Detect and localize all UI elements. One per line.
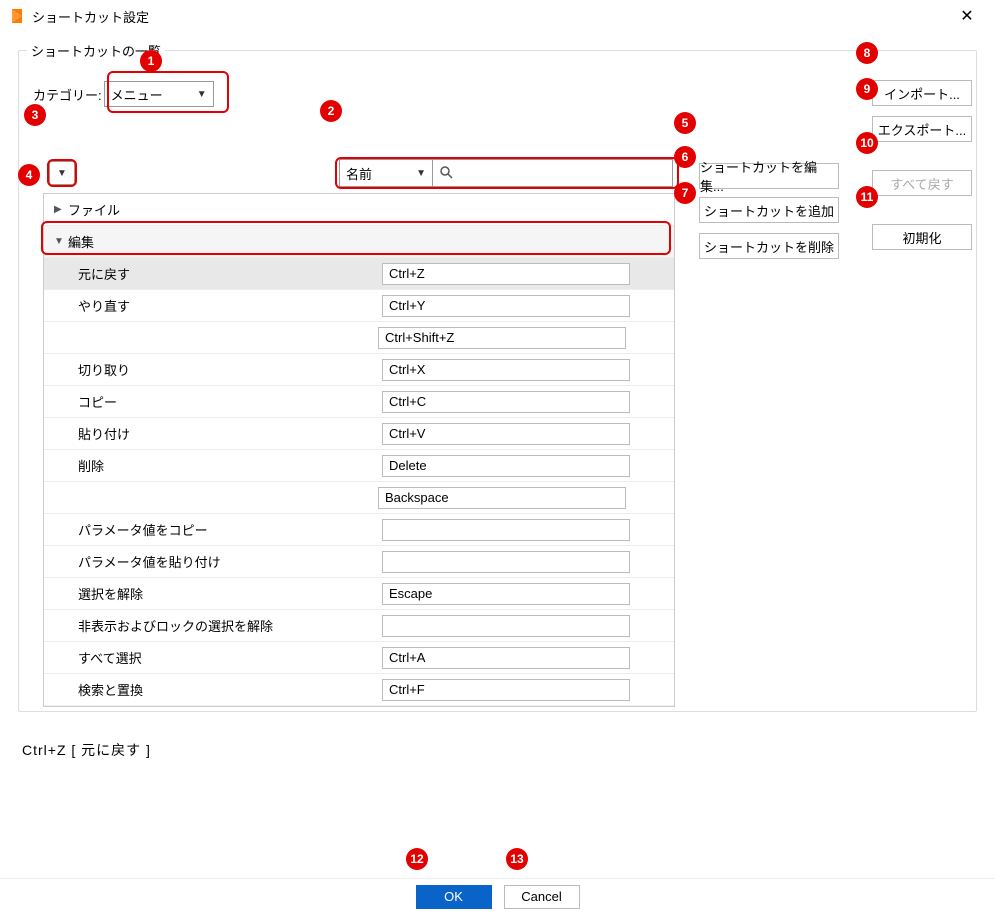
item-name: 検索と置換	[44, 680, 378, 699]
shortcut-field[interactable]: Ctrl+Y	[382, 295, 630, 317]
edit-shortcut-button[interactable]: ショートカットを編集...	[699, 163, 839, 189]
search-icon	[439, 165, 453, 182]
import-button[interactable]: インポート...	[872, 80, 972, 106]
shortcut-field[interactable]: Ctrl+Z	[382, 263, 630, 285]
annotation-badge: 3	[24, 104, 46, 126]
delete-shortcut-button[interactable]: ショートカットを削除	[699, 233, 839, 259]
tree-item[interactable]: パラメータ値をコピー	[44, 514, 674, 546]
init-button[interactable]: 初期化	[872, 224, 972, 250]
annotation-badge: 4	[18, 164, 40, 186]
shortcut-field[interactable]: Backspace	[378, 487, 626, 509]
category-label: カテゴリー:	[33, 85, 102, 104]
revert-button[interactable]: すべて戻す	[872, 170, 972, 196]
tree-group-view[interactable]: ▶ 表示	[44, 706, 674, 707]
annotation-badge: 9	[856, 78, 878, 100]
chevron-down-icon: ▼	[416, 168, 426, 179]
search-input[interactable]	[433, 159, 673, 187]
add-shortcut-button[interactable]: ショートカットを追加	[699, 197, 839, 223]
close-icon[interactable]: ✕	[947, 6, 987, 26]
shortcut-field[interactable]: Ctrl+Shift+Z	[378, 327, 626, 349]
tree-item[interactable]: コピー Ctrl+C	[44, 386, 674, 418]
item-name: 貼り付け	[44, 424, 378, 443]
item-name: 切り取り	[44, 360, 378, 379]
annotation-badge: 8	[856, 42, 878, 64]
tree-group-file[interactable]: ▶ ファイル	[44, 194, 674, 226]
annotation-badge: 13	[506, 848, 528, 870]
search-type-select[interactable]: 名前 ▼	[339, 159, 433, 187]
shortcut-field[interactable]	[382, 551, 630, 573]
shortcut-field[interactable]: Escape	[382, 583, 630, 605]
chevron-right-icon: ▶	[54, 204, 68, 215]
export-button[interactable]: エクスポート...	[872, 116, 972, 142]
status-line: Ctrl+Z [ 元に戻す ]	[22, 740, 151, 760]
cancel-button[interactable]: Cancel	[504, 885, 580, 909]
shortcut-list-group: ショートカットの一覧 カテゴリー: メニュー ▼ ▼ 名前 ▼	[18, 50, 977, 712]
tree-item[interactable]: 元に戻す Ctrl+Z	[44, 258, 674, 290]
chevron-down-icon: ▼	[197, 89, 207, 100]
tree-item[interactable]: 貼り付け Ctrl+V	[44, 418, 674, 450]
annotation-badge: 2	[320, 100, 342, 122]
item-name: 選択を解除	[44, 584, 378, 603]
item-name: パラメータ値を貼り付け	[44, 552, 378, 571]
category-value: メニュー	[111, 85, 163, 104]
shortcut-field[interactable]: Ctrl+C	[382, 391, 630, 413]
tree-item[interactable]: 検索と置換 Ctrl+F	[44, 674, 674, 706]
shortcut-field[interactable]: Ctrl+A	[382, 647, 630, 669]
shortcut-tree[interactable]: ▶ ファイル ▼ 編集 元に戻す Ctrl+Z やり直す Ctrl+Y Ctrl…	[43, 193, 675, 707]
shortcut-field[interactable]: Delete	[382, 455, 630, 477]
tree-item[interactable]: パラメータ値を貼り付け	[44, 546, 674, 578]
shortcut-field[interactable]: Ctrl+F	[382, 679, 630, 701]
tree-item-extra[interactable]: Backspace	[44, 482, 674, 514]
chevron-down-icon: ▼	[54, 236, 68, 247]
item-name: 削除	[44, 456, 378, 475]
item-name: 非表示およびロックの選択を解除	[44, 616, 378, 635]
tree-item[interactable]: 非表示およびロックの選択を解除	[44, 610, 674, 642]
annotation-badge: 1	[140, 50, 162, 72]
item-name: 元に戻す	[44, 264, 378, 283]
tree-item[interactable]: 選択を解除 Escape	[44, 578, 674, 610]
search-type-value: 名前	[346, 164, 372, 183]
tree-group-label: 編集	[68, 232, 94, 251]
shortcut-field[interactable]: Ctrl+X	[382, 359, 630, 381]
window-title: ショートカット設定	[32, 7, 947, 26]
annotation-badge: 12	[406, 848, 428, 870]
tree-item[interactable]: 削除 Delete	[44, 450, 674, 482]
tree-item-extra[interactable]: Ctrl+Shift+Z	[44, 322, 674, 354]
annotation-badge: 6	[674, 146, 696, 168]
shortcut-field[interactable]	[382, 519, 630, 541]
annotation-badge: 7	[674, 182, 696, 204]
item-name: やり直す	[44, 296, 378, 315]
tree-group-edit[interactable]: ▼ 編集	[44, 226, 674, 258]
tree-item[interactable]: 切り取り Ctrl+X	[44, 354, 674, 386]
app-icon	[8, 7, 26, 25]
item-name: コピー	[44, 392, 378, 411]
annotation-badge: 11	[856, 186, 878, 208]
annotation-badge: 5	[674, 112, 696, 134]
tree-group-label: ファイル	[68, 200, 120, 219]
expand-collapse-button[interactable]: ▼	[49, 161, 75, 185]
tree-item[interactable]: すべて選択 Ctrl+A	[44, 642, 674, 674]
item-name: パラメータ値をコピー	[44, 520, 378, 539]
item-name: すべて選択	[44, 648, 378, 667]
tree-item[interactable]: やり直す Ctrl+Y	[44, 290, 674, 322]
category-select[interactable]: メニュー ▼	[104, 81, 214, 107]
annotation-badge: 10	[856, 132, 878, 154]
shortcut-field[interactable]	[382, 615, 630, 637]
ok-button[interactable]: OK	[416, 885, 492, 909]
chevron-down-icon: ▼	[57, 168, 67, 179]
shortcut-field[interactable]: Ctrl+V	[382, 423, 630, 445]
